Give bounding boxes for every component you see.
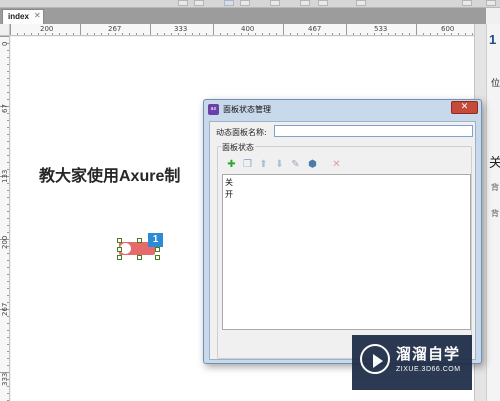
move-down-icon[interactable]: ⬇	[274, 159, 285, 170]
watermark-title: 溜溜自学	[396, 345, 461, 363]
ruler-label: 200	[40, 25, 54, 33]
toolbar-button[interactable]	[194, 0, 204, 6]
canvas-heading-text[interactable]: 教大家使用Axure制	[39, 162, 180, 186]
toolbar-button[interactable]	[178, 0, 188, 6]
delete-icon[interactable]: ✕	[331, 159, 342, 170]
list-item[interactable]: 关	[225, 177, 233, 188]
main-toolbar	[0, 0, 500, 8]
ruler-label: 67	[1, 104, 9, 113]
panel-state-manager-dialog: ax 面板状态管理 ✕ 动态面板名称: 面板状态 ✚ ❐ ⬆ ⬇ ✎ ⬢ ✕ 关…	[203, 99, 482, 364]
play-triangle-icon	[373, 354, 383, 368]
add-icon[interactable]: ✚	[226, 159, 237, 170]
ruler-label: 133	[1, 169, 9, 183]
vertical-ruler: 0 67 133 200 267 333	[0, 36, 10, 401]
resize-handle[interactable]	[155, 247, 160, 252]
ruler-label: 267	[1, 302, 9, 316]
ruler-label: 267	[108, 25, 122, 33]
panel-name-input[interactable]	[274, 125, 473, 137]
close-button[interactable]: ✕	[451, 101, 478, 114]
inspector-label: 背	[491, 209, 499, 218]
toolbar-button[interactable]	[300, 0, 310, 6]
edit-state-icon[interactable]: ✎	[290, 159, 301, 170]
ruler-label: 333	[1, 372, 9, 386]
horizontal-ruler: 200 267 333 400 467 533 600	[10, 24, 474, 36]
resize-handle[interactable]	[117, 238, 122, 243]
page-tab-bar: index ✕	[0, 8, 486, 24]
toolbar-button[interactable]	[356, 0, 366, 6]
list-item[interactable]: 开	[225, 189, 233, 200]
panel-states-list[interactable]: 关 开	[222, 174, 471, 330]
inspector-heading: 关	[489, 155, 500, 170]
inspector-position-label: 位	[491, 78, 500, 88]
resize-handle[interactable]	[137, 255, 142, 260]
ruler-label: 400	[241, 25, 255, 33]
dialog-titlebar[interactable]: ax 面板状态管理 ✕	[204, 100, 481, 120]
panel-states-group-label: 面板状态	[221, 142, 255, 153]
duplicate-icon[interactable]: ❐	[242, 159, 253, 170]
ruler-label: 533	[374, 25, 388, 33]
watermark: 溜溜自学 ZIXUE.3D66.COM	[352, 335, 472, 390]
toolbar-button[interactable]	[224, 0, 234, 6]
tab-label: index	[8, 12, 29, 21]
dialog-title: 面板状态管理	[223, 105, 271, 114]
tab-close-icon[interactable]: ✕	[34, 11, 41, 20]
vertical-ruler-ticks	[0, 36, 9, 401]
resize-handle[interactable]	[155, 255, 160, 260]
axure-app-icon: ax	[208, 104, 219, 115]
axure-editor: index ✕ 200 267 333 400 467 533 600 0 67…	[0, 0, 500, 401]
toolbar-button[interactable]	[270, 0, 280, 6]
play-logo-icon	[360, 344, 390, 374]
tab-index[interactable]: index ✕	[2, 9, 44, 24]
widget-number-badge: 1	[148, 233, 163, 247]
toolbar-button[interactable]	[486, 0, 496, 6]
toolbar-button[interactable]	[462, 0, 472, 6]
ruler-label: 0	[1, 41, 9, 46]
ruler-corner	[0, 24, 10, 36]
ruler-label: 200	[1, 235, 9, 249]
ruler-label: 333	[174, 25, 188, 33]
resize-handle[interactable]	[137, 238, 142, 243]
inspector-number: 1	[489, 32, 497, 47]
ruler-label: 600	[441, 25, 455, 33]
resize-handle[interactable]	[117, 255, 122, 260]
move-up-icon[interactable]: ⬆	[258, 159, 269, 170]
resize-handle[interactable]	[117, 247, 122, 252]
dialog-body: 动态面板名称: 面板状态 ✚ ❐ ⬆ ⬇ ✎ ⬢ ✕ 关 开	[209, 121, 476, 360]
panel-name-label: 动态面板名称:	[216, 128, 267, 137]
ruler-label: 467	[308, 25, 322, 33]
toolbar-button[interactable]	[240, 0, 250, 6]
toolbar-button[interactable]	[318, 0, 328, 6]
edit-all-icon[interactable]: ⬢	[307, 159, 318, 170]
watermark-url: ZIXUE.3D66.COM	[396, 366, 461, 373]
inspector-label: 背	[491, 183, 499, 192]
